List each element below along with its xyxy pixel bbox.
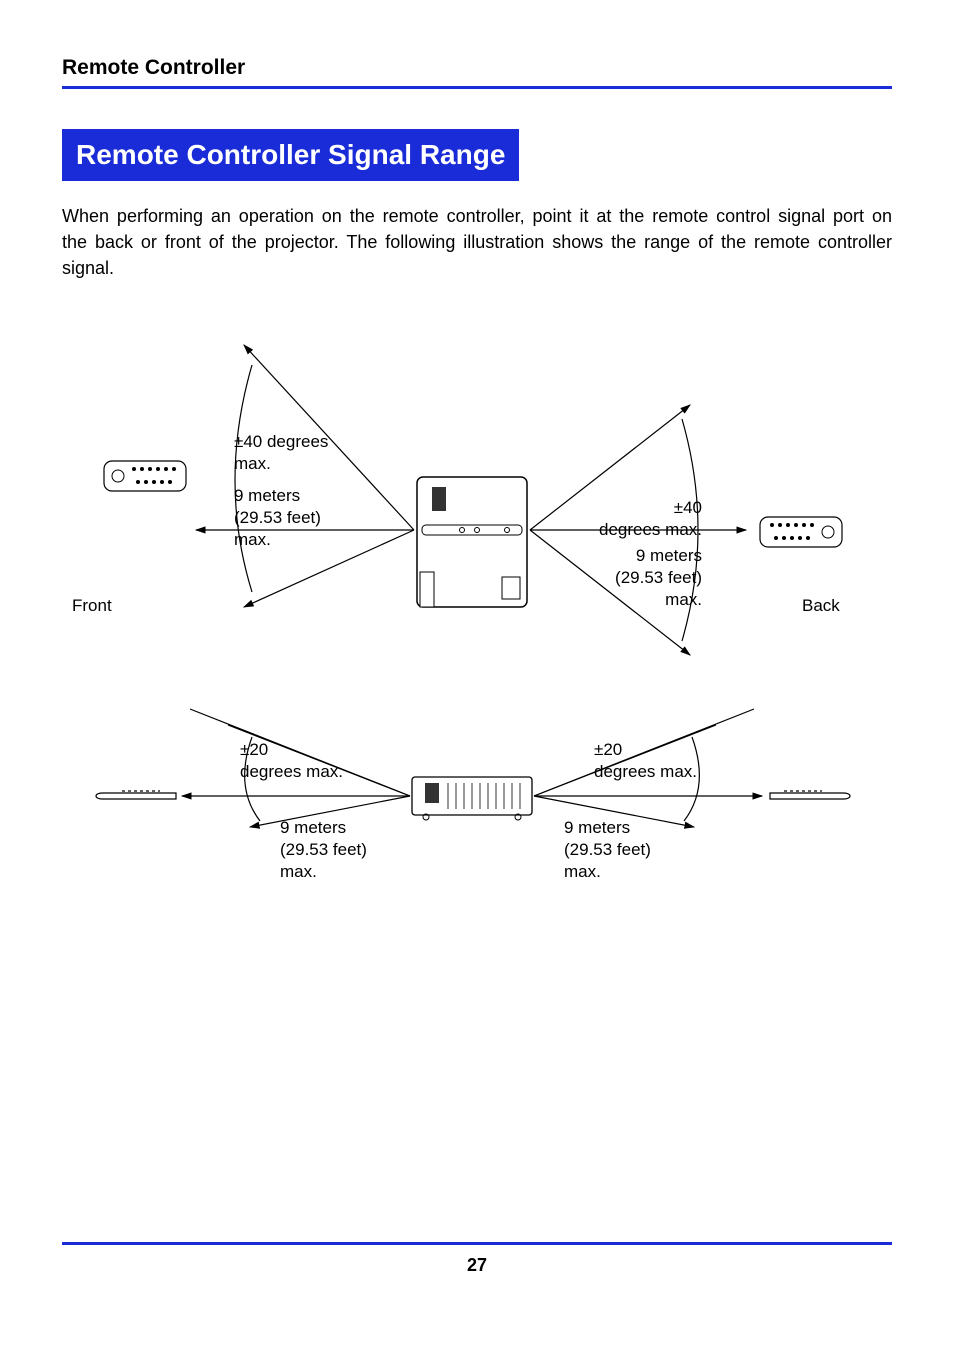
label-back-angle: ±40 degrees max. [592, 497, 702, 541]
label-front: Front [72, 595, 112, 617]
header-rule [62, 86, 892, 89]
label-front-angle: ±40 degrees max. [234, 431, 328, 475]
footer-rule [62, 1242, 892, 1245]
figure-signal-range: Front Back ±40 degrees max. 9 meters (29… [62, 317, 892, 957]
label-side-right-angle: ±20 degrees max. [594, 739, 697, 783]
page-footer: 27 [62, 1242, 892, 1276]
remote-back-icon [760, 517, 842, 547]
label-side-right-dist: 9 meters (29.53 feet) max. [564, 817, 651, 883]
side-remote-right-icon [770, 791, 850, 799]
section-title: Remote Controller Signal Range [62, 129, 519, 181]
label-back-dist: 9 meters (29.53 feet) max. [592, 545, 702, 611]
remote-front-icon [104, 461, 186, 491]
front-cone [196, 345, 414, 607]
body-paragraph: When performing an operation on the remo… [62, 203, 892, 281]
page-number: 27 [62, 1255, 892, 1276]
label-side-left-dist: 9 meters (29.53 feet) max. [280, 817, 367, 883]
label-side-left-angle: ±20 degrees max. [240, 739, 343, 783]
label-front-dist: 9 meters (29.53 feet) max. [234, 485, 321, 551]
diagram-svg [62, 317, 892, 957]
running-head: Remote Controller [62, 56, 892, 80]
projector-top-icon [417, 477, 527, 607]
side-remote-left-icon [96, 791, 176, 799]
label-back: Back [802, 595, 840, 617]
projector-side-icon [412, 777, 532, 820]
